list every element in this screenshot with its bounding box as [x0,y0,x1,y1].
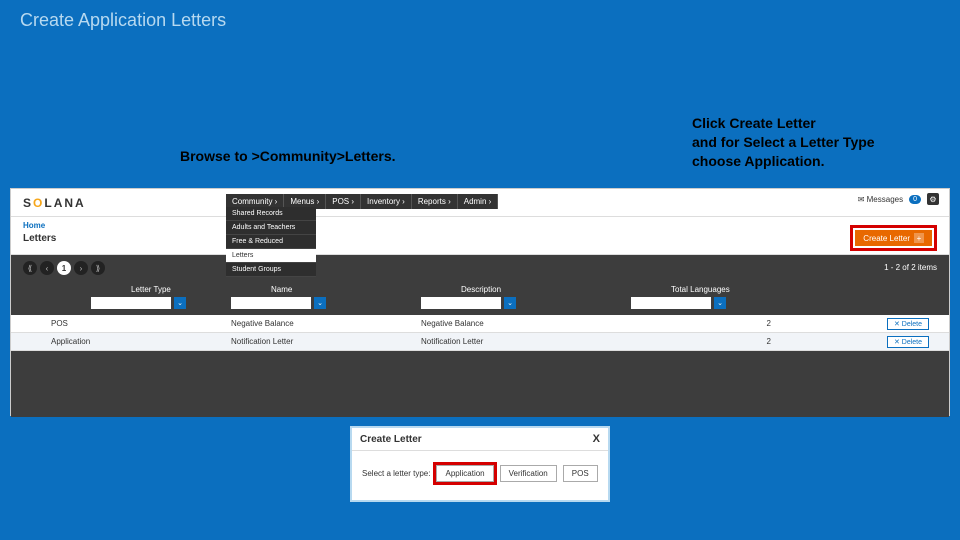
filter-btn-3[interactable]: ⌄ [504,297,516,309]
cell-langs: 2 [611,337,811,346]
modal-prompt: Select a letter type: [362,469,430,478]
cell-langs: 2 [611,319,811,328]
sub-header: Home Letters Create Letter + [11,217,949,255]
pager: ⟪ ‹ 1 › ⟫ [23,261,105,275]
app-screenshot: SOLANA Community ›Menus ›POS ›Inventory … [10,188,950,416]
nav-pos[interactable]: POS › [326,194,361,209]
slide-title: Create Application Letters [20,10,226,31]
table-row[interactable]: Application Notification Letter Notifica… [11,333,949,351]
close-icon[interactable]: X [593,433,600,445]
grid-footer-bar [11,351,949,417]
filter-total-languages[interactable] [631,297,711,309]
pager-first[interactable]: ⟪ [23,261,37,275]
pager-next[interactable]: › [74,261,88,275]
community-dropdown: Shared Records Adults and Teachers Free … [226,207,316,277]
caption-browse: Browse to >Community>Letters. [180,148,396,164]
filter-letter-type[interactable] [91,297,171,309]
letter-type-application[interactable]: Application [436,465,493,482]
pager-prev[interactable]: ‹ [40,261,54,275]
grid-header-bar: ⟪ ‹ 1 › ⟫ 1 - 2 of 2 items Letter Type N… [11,255,949,315]
messages-icon[interactable]: ✉ Messages [858,195,903,204]
pager-last[interactable]: ⟫ [91,261,105,275]
logo-sun-icon: O [33,196,44,210]
dropdown-item-letters[interactable]: Letters [226,249,316,263]
caption-instructions: Click Create Letter and for Select a Let… [692,114,875,171]
create-letter-button[interactable]: Create Letter + [855,230,932,246]
create-letter-modal: Create Letter X Select a letter type: Ap… [350,426,610,502]
dropdown-item-adults-teachers[interactable]: Adults and Teachers [226,221,316,235]
dropdown-item-free-reduced[interactable]: Free & Reduced [226,235,316,249]
filter-name[interactable] [231,297,311,309]
filter-description[interactable] [421,297,501,309]
messages-badge: 0 [909,195,921,204]
cell-desc: Notification Letter [411,337,611,346]
col-description[interactable]: Description [411,283,611,296]
col-name[interactable]: Name [211,283,411,296]
filter-btn-1[interactable]: ⌄ [174,297,186,309]
pager-page-1[interactable]: 1 [57,261,71,275]
delete-button[interactable]: ✕ Delete [887,336,929,348]
gear-icon[interactable]: ⚙ [927,193,939,205]
topbar: SOLANA Community ›Menus ›POS ›Inventory … [11,189,949,217]
grid-rows: POS Negative Balance Negative Balance 2 … [11,315,949,351]
dropdown-item-student-groups[interactable]: Student Groups [226,263,316,277]
filter-btn-4[interactable]: ⌄ [714,297,726,309]
dropdown-item-shared-records[interactable]: Shared Records [226,207,316,221]
logo: SOLANA [23,196,86,210]
table-row[interactable]: POS Negative Balance Negative Balance 2 … [11,315,949,333]
col-letter-type[interactable]: Letter Type [11,283,211,296]
nav-inventory[interactable]: Inventory › [361,194,412,209]
page-info: 1 - 2 of 2 items [884,263,937,272]
cell-type: Application [11,337,211,346]
cell-name: Negative Balance [211,319,411,328]
letter-type-pos[interactable]: POS [563,465,598,482]
nav-admin[interactable]: Admin › [458,194,499,209]
cell-desc: Negative Balance [411,319,611,328]
cell-name: Notification Letter [211,337,411,346]
modal-title: Create Letter [360,434,422,445]
page-title: Letters [23,233,56,244]
breadcrumb-home[interactable]: Home [23,221,45,230]
delete-button[interactable]: ✕ Delete [887,318,929,330]
col-total-languages[interactable]: Total Languages [611,283,811,296]
cell-type: POS [11,319,211,328]
plus-icon: + [914,233,924,243]
nav-reports[interactable]: Reports › [412,194,458,209]
filter-btn-2[interactable]: ⌄ [314,297,326,309]
create-letter-highlight: Create Letter + [850,225,937,251]
letter-type-verification[interactable]: Verification [500,465,557,482]
